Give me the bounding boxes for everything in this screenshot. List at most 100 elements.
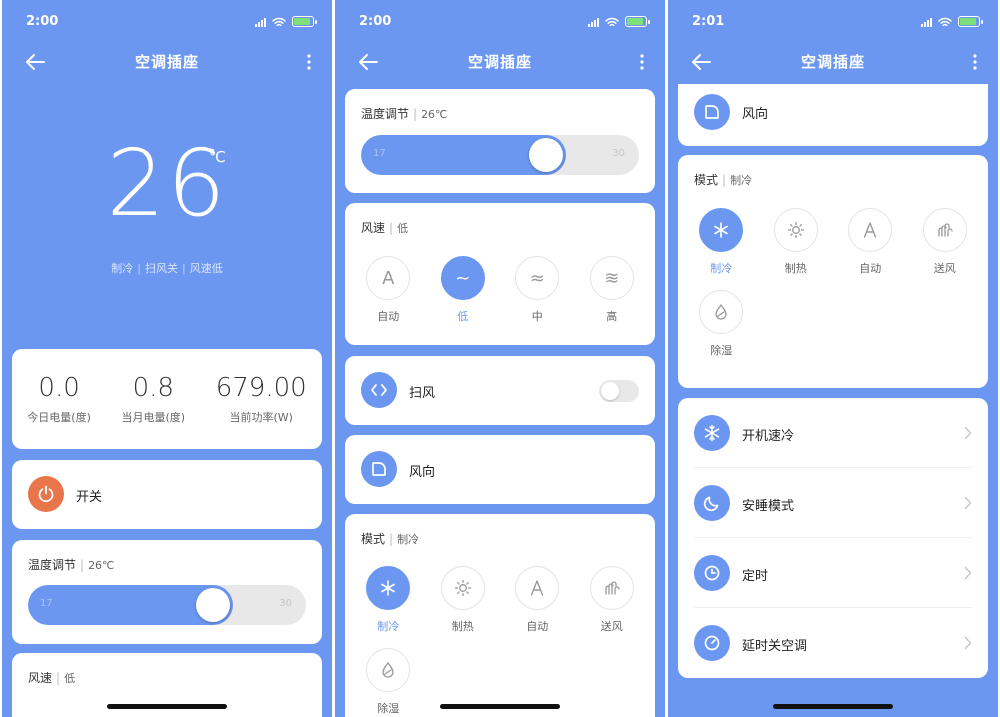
swing-icon [361, 372, 397, 408]
temperature-value: 26℃ [88, 559, 115, 572]
sleep-mode-row[interactable]: 安睡模式 [678, 468, 988, 538]
cellular-signal-icon [255, 17, 266, 27]
settings-list: 开机速冷 安睡模式 定时 延时关空调 [678, 398, 988, 678]
mode-dry[interactable]: 除湿 [351, 648, 426, 716]
swing-label: 扫风 [409, 386, 436, 401]
clock-icon [694, 555, 730, 591]
mode-auto[interactable]: 自动 [500, 566, 575, 634]
fan-speed-value: 低 [64, 672, 76, 685]
power-switch-card[interactable]: 开关 [12, 460, 322, 529]
moon-icon [694, 485, 730, 521]
sun-icon [440, 566, 485, 610]
mode-dry[interactable]: 除湿 [684, 290, 759, 358]
sun-icon [773, 208, 818, 252]
slider-knob[interactable] [195, 588, 230, 622]
wifi-icon [938, 17, 952, 27]
mode-title: 模式 [361, 532, 386, 546]
more-menu-icon[interactable] [304, 52, 314, 72]
direction-icon [694, 94, 730, 130]
current-temperature: 26 [106, 130, 228, 237]
temperature-slider[interactable]: 17 30 [28, 585, 306, 625]
schedule-row[interactable]: 定时 [678, 538, 988, 608]
temperature-slider[interactable]: 17 30 [361, 135, 639, 175]
fan-speed-medium[interactable]: ≈ 中 [500, 256, 575, 324]
direction-icon [361, 451, 397, 487]
mode-heat[interactable]: 制热 [759, 208, 834, 276]
stat-power: 679.00 当前功率(W) [215, 373, 307, 424]
wifi-icon [605, 17, 619, 27]
timer-icon [694, 625, 730, 661]
mode-value: 制冷 [730, 174, 753, 187]
quick-cool-row[interactable]: 开机速冷 [678, 398, 988, 468]
swing-card: 扫风 [345, 356, 655, 425]
status-bar: 2:00 [26, 14, 317, 34]
stat-month: 0.8 当月电量(度) [121, 373, 186, 424]
mode-fan[interactable]: 送风 [908, 208, 983, 276]
fan-icon [589, 566, 634, 610]
temperature-title: 温度调节 [28, 558, 77, 572]
more-menu-icon[interactable] [970, 52, 980, 72]
chevron-right-icon [964, 496, 972, 510]
fan-speed-high[interactable]: ≋ 高 [575, 256, 650, 324]
power-label: 开关 [76, 490, 103, 505]
status-bar: 2:01 [692, 14, 983, 34]
swing-toggle[interactable] [599, 380, 639, 402]
snowflake-icon [694, 415, 730, 451]
direction-card[interactable]: 风向 [345, 435, 655, 504]
screen-controls: 2:00 空调插座 温度调节 | 26℃ 17 30 风速 | 低 A 自动 ~ 低 ≈ 中 … [335, 0, 665, 717]
direction-label: 风向 [742, 107, 769, 122]
schedule-label: 定时 [742, 569, 769, 584]
mode-status: 制冷 [111, 262, 134, 275]
quick-cool-label: 开机速冷 [742, 429, 795, 444]
page-title: 空调插座 [800, 53, 865, 71]
mode-cool[interactable]: 制冷 [351, 566, 426, 634]
delay-off-label: 延时关空调 [742, 639, 808, 654]
droplet-icon [366, 648, 411, 692]
swing-status: 扫风关 [145, 262, 178, 275]
mode-auto[interactable]: 自动 [833, 208, 908, 276]
auto-icon [848, 208, 893, 252]
slider-knob[interactable] [528, 138, 563, 172]
fan-speed-card: 风速 | 低 A 自动 ~ 低 ≈ 中 ≋ 高 [345, 203, 655, 345]
status-bar: 2:00 [359, 14, 650, 34]
cellular-signal-icon [921, 17, 932, 27]
nav-bar: 空调插座 [335, 48, 665, 76]
page-title: 空调插座 [467, 53, 532, 71]
mode-card: 模式 | 制冷 制冷 制热 自动 送风 除湿 [345, 514, 655, 717]
mode-heat[interactable]: 制热 [426, 566, 501, 634]
home-indicator [107, 704, 227, 709]
screen-more-settings: 2:01 空调插座 风向 模式|制冷 制冷 制热 自动 送风 除湿 开机速冷 [668, 0, 998, 717]
fan-icon [922, 208, 967, 252]
delay-off-row[interactable]: 延时关空调 [678, 608, 988, 678]
snowflake-icon [699, 208, 744, 252]
battery-icon [958, 16, 983, 27]
fan-speed-low[interactable]: ~ 低 [426, 256, 501, 324]
chevron-right-icon [964, 566, 972, 580]
fan-speed-options: A 自动 ~ 低 ≈ 中 ≋ 高 [351, 256, 649, 338]
status-time: 2:00 [359, 14, 392, 29]
more-menu-icon[interactable] [637, 52, 647, 72]
mode-options: 制冷 制热 自动 送风 除湿 [351, 566, 649, 717]
mode-fan[interactable]: 送风 [575, 566, 650, 634]
auto-icon: A [366, 256, 411, 300]
screen-overview: 2:00 空调插座 26 ℃ 制冷 | 扫风关 | 风速低 0.0 今日电量(度) 0.… [2, 0, 332, 717]
chevron-right-icon [964, 426, 972, 440]
auto-icon [515, 566, 560, 610]
battery-icon [625, 16, 650, 27]
fan-speed-title: 风速 [361, 221, 386, 235]
fan-speed-title: 风速 [28, 671, 53, 685]
speed-status: 风速低 [189, 262, 223, 275]
temperature-value: 26℃ [421, 108, 448, 121]
fan-speed-value: 低 [397, 222, 409, 235]
droplet-icon [699, 290, 744, 334]
power-icon[interactable] [28, 476, 64, 512]
battery-icon [292, 16, 317, 27]
mode-options: 制冷 制热 自动 送风 除湿 [684, 208, 982, 372]
page-title: 空调插座 [134, 53, 199, 71]
stat-today: 0.0 今日电量(度) [27, 373, 91, 424]
snowflake-icon [366, 566, 411, 610]
fan-speed-auto[interactable]: A 自动 [351, 256, 426, 324]
wave-medium-icon: ≈ [515, 256, 560, 300]
direction-card[interactable]: 风向 [678, 84, 988, 146]
mode-cool[interactable]: 制冷 [684, 208, 759, 276]
